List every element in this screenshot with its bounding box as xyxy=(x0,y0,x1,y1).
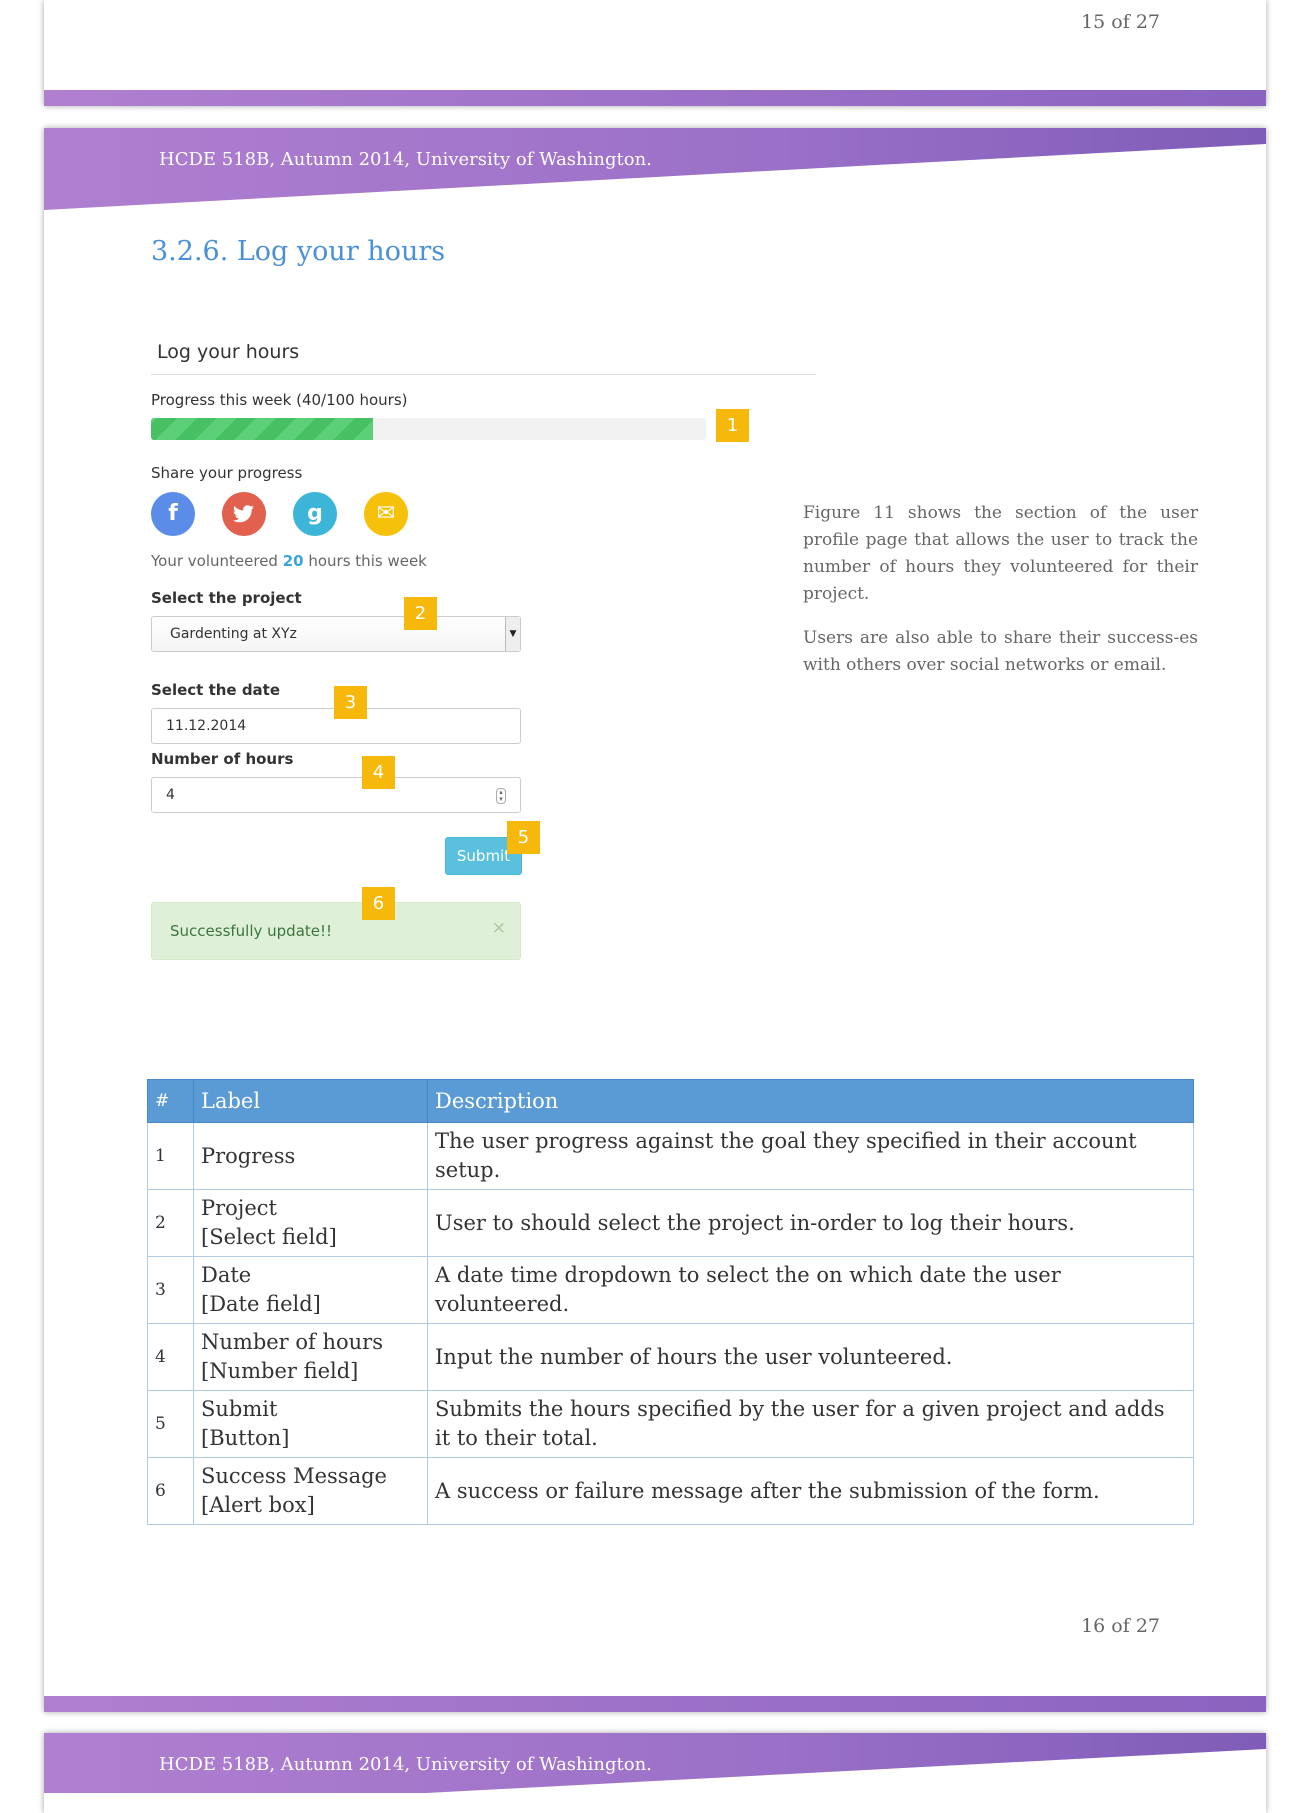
project-select-value: Gardenting at XYz xyxy=(170,626,297,642)
google-share-button[interactable]: g xyxy=(293,492,337,536)
row-label: Date [Date field] xyxy=(193,1256,428,1324)
alert-message: Successfully update!! xyxy=(170,922,333,940)
row-label: Success Message [Alert box] xyxy=(193,1457,428,1525)
volunteered-prefix: Your volunteered xyxy=(151,552,283,570)
callout-marker: 5 xyxy=(507,821,540,854)
document-page: HCDE 518B, Autumn 2014, University of Wa… xyxy=(44,128,1266,1712)
hours-label: Number of hours xyxy=(151,750,294,768)
figure-description: Figure 11 shows the section of the user … xyxy=(803,503,1198,604)
column-header-description: Description xyxy=(427,1079,1194,1123)
row-number: 4 xyxy=(147,1323,194,1391)
row-label-name: Date xyxy=(201,1263,252,1287)
next-page-header-text: HCDE 518B, Autumn 2014, University of Wa… xyxy=(159,1754,652,1775)
row-number: 2 xyxy=(147,1189,194,1257)
table-row: 3 Date [Date field] A date time dropdown … xyxy=(147,1256,1194,1324)
row-number: 6 xyxy=(147,1457,194,1525)
stepper-icon[interactable]: ▴ ▾ xyxy=(496,788,506,804)
column-header-number: # xyxy=(147,1079,194,1123)
table-row: 6 Success Message [Alert box] A success o… xyxy=(147,1457,1194,1525)
email-share-button[interactable]: ✉ xyxy=(364,492,408,536)
google-icon: g xyxy=(307,501,323,526)
row-label-name: Progress xyxy=(201,1143,296,1168)
share-label: Share your progress xyxy=(151,464,303,482)
chevron-down-icon: ▼ xyxy=(505,617,520,651)
row-number: 3 xyxy=(147,1256,194,1324)
facebook-share-button[interactable]: f xyxy=(151,492,195,536)
table-row: 4 Number of hours [Number field] Input th… xyxy=(147,1323,1194,1391)
previous-page-number: 15 of 27 xyxy=(1081,11,1160,33)
row-description: A date time dropdown to select the on wh… xyxy=(427,1256,1194,1324)
progress-bar xyxy=(151,418,706,440)
row-label-name: Submit xyxy=(201,1397,278,1421)
table-row: 5 Submit [Button] Submits the hours speci… xyxy=(147,1390,1194,1458)
row-label: Project [Select field] xyxy=(193,1189,428,1257)
previous-page: 15 of 27 xyxy=(44,0,1266,106)
callout-marker: 2 xyxy=(404,597,437,630)
table-header-row: # Label Description xyxy=(147,1079,1194,1123)
page-footer-bar xyxy=(44,1696,1266,1712)
facebook-icon: f xyxy=(168,501,178,526)
page-header-text: HCDE 518B, Autumn 2014, University of Wa… xyxy=(159,149,652,170)
row-description: Submits the hours specified by the user … xyxy=(427,1390,1194,1458)
form-title: Log your hours xyxy=(157,341,300,363)
date-field-value: 11.12.2014 xyxy=(166,718,247,734)
page-number: 16 of 27 xyxy=(1081,1615,1160,1637)
twitter-share-button[interactable] xyxy=(222,492,266,536)
callout-marker: 4 xyxy=(362,756,395,789)
next-page: HCDE 518B, Autumn 2014, University of Wa… xyxy=(44,1733,1266,1813)
row-label-type: [Date field] xyxy=(201,1292,321,1316)
row-description: User to should select the project in-ord… xyxy=(427,1189,1194,1257)
table-row: 1 Progress The user progress against the… xyxy=(147,1122,1194,1190)
volunteered-hours: 20 xyxy=(282,552,304,570)
row-label-type: [Button] xyxy=(201,1426,290,1450)
row-description: Input the number of hours the user volun… xyxy=(427,1323,1194,1391)
row-label-name: Success Message xyxy=(201,1464,387,1488)
column-header-label: Label xyxy=(193,1079,428,1123)
row-label-type: [Alert box] xyxy=(201,1493,315,1517)
success-alert: Successfully update!! × xyxy=(151,902,521,960)
callout-marker: 1 xyxy=(716,409,749,442)
row-description: The user progress against the goal they … xyxy=(427,1122,1194,1190)
row-label: Number of hours [Number field] xyxy=(193,1323,428,1391)
volunteered-summary: Your volunteered 20 hours this week xyxy=(151,552,427,570)
date-label: Select the date xyxy=(151,681,281,699)
page-footer-bar xyxy=(44,90,1266,106)
hours-number-field[interactable]: 4 ▴ ▾ xyxy=(151,777,521,813)
callout-marker: 3 xyxy=(334,686,367,719)
row-label-name: Project xyxy=(201,1196,277,1220)
row-label: Progress xyxy=(193,1122,428,1190)
table-row: 2 Project [Select field] User to should s… xyxy=(147,1189,1194,1257)
row-label-name: Number of hours xyxy=(201,1330,383,1354)
close-icon[interactable]: × xyxy=(492,918,506,938)
sharing-description: Users are also able to share their succe… xyxy=(803,628,1198,675)
progress-bar-fill xyxy=(151,418,373,440)
hours-field-value: 4 xyxy=(166,787,175,803)
callout-marker: 6 xyxy=(362,887,395,920)
volunteered-suffix: hours this week xyxy=(303,552,427,570)
email-icon: ✉ xyxy=(376,501,396,526)
row-label-type: [Number field] xyxy=(201,1359,359,1383)
row-label: Submit [Button] xyxy=(193,1390,428,1458)
row-number: 5 xyxy=(147,1390,194,1458)
progress-label: Progress this week (40/100 hours) xyxy=(151,391,408,409)
form-divider xyxy=(151,374,816,375)
twitter-icon xyxy=(232,501,255,526)
row-number: 1 xyxy=(147,1122,194,1190)
row-description: A success or failure message after the s… xyxy=(427,1457,1194,1525)
section-heading: 3.2.6. Log your hours xyxy=(151,236,446,267)
project-label: Select the project xyxy=(151,589,302,607)
label-description-table: # Label Description 1 Progress The user … xyxy=(147,1079,1194,1525)
project-select[interactable]: Gardenting at XYz ▼ xyxy=(151,616,521,652)
row-label-type: [Select field] xyxy=(201,1225,337,1249)
